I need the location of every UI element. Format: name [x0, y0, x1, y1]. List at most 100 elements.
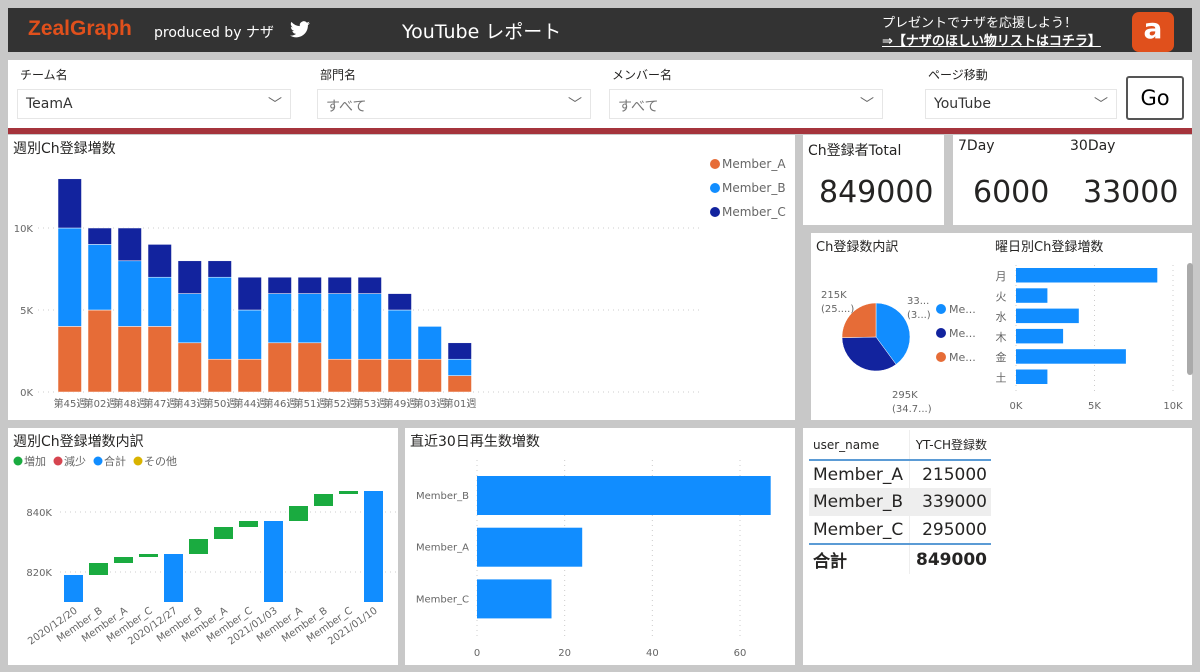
- legend-label: Me...: [949, 327, 976, 340]
- dept-label: 部門名: [320, 68, 357, 82]
- y-tick-label: 5K: [20, 306, 33, 317]
- amazon-icon[interactable]: a: [1132, 12, 1174, 52]
- y-tick-label: 0K: [20, 388, 33, 399]
- x-tick-label: 第53週: [354, 397, 387, 410]
- y-tick-label: 木: [996, 331, 1007, 344]
- chevron-down-icon: ﹀: [568, 97, 582, 113]
- weekday-bar: [1016, 369, 1048, 384]
- x-tick-label: 第52週: [324, 397, 357, 410]
- legend-marker: [13, 456, 23, 466]
- member-select[interactable]: すべて ﹀: [609, 89, 883, 119]
- bar-segment-Member_A: [357, 358, 382, 393]
- accent-divider: [8, 128, 1192, 134]
- legend-marker: [133, 456, 143, 466]
- x-tick-label: 0K: [1010, 401, 1023, 412]
- twitter-icon[interactable]: [290, 21, 310, 38]
- legend-label: 合計: [104, 454, 126, 468]
- go-button[interactable]: Go: [1126, 76, 1184, 120]
- x-tick-label: 第01週: [444, 397, 477, 410]
- bar-segment-Member_B: [267, 293, 292, 344]
- table-row[interactable]: Member_A 215000: [809, 460, 991, 488]
- bar-segment-Member_A: [177, 342, 202, 393]
- bar-segment-Member_A: [117, 326, 142, 393]
- views-bar: [477, 579, 552, 619]
- legend-label: Member_A: [722, 157, 786, 171]
- x-tick-label: 第02週: [84, 397, 117, 410]
- waterfall-bar: [214, 527, 233, 539]
- bar-segment-Member_A: [387, 358, 412, 393]
- user-name: Member_C: [809, 516, 910, 544]
- pie-percent-label: (25....): [821, 304, 854, 315]
- weekly-stacked-chart: 週別Ch登録増数 0K 5K 10K 第45週 第02週 第48週 第47週 第43週 第50週…: [8, 135, 795, 420]
- column-header[interactable]: user_name: [809, 430, 910, 460]
- waterfall-bar: [189, 539, 208, 554]
- x-tick-label: 第49週: [384, 397, 417, 410]
- total-card: Ch登録者Total 849000: [803, 135, 944, 225]
- pie-data-label: 215K: [821, 290, 847, 301]
- day7-value: 6000: [973, 175, 1050, 210]
- weekday-bar: [1016, 288, 1048, 303]
- y-tick-label: Member_A: [416, 543, 469, 554]
- dept-select[interactable]: すべて ﹀: [317, 89, 591, 119]
- bar-segment-Member_C: [117, 227, 142, 262]
- y-tick-label: Member_C: [416, 594, 469, 605]
- chevron-down-icon: ﹀: [1094, 97, 1108, 113]
- bar-segment-Member_B: [147, 276, 172, 327]
- total-value: 849000: [916, 549, 987, 570]
- wishlist-link[interactable]: ⇒【ナザのほしい物リストはコチラ】: [882, 30, 1101, 49]
- team-select[interactable]: TeamA ﹀: [17, 89, 291, 119]
- table-row[interactable]: Member_B 339000: [809, 488, 991, 516]
- x-tick-label: 第50週: [204, 397, 237, 410]
- logo[interactable]: ZealGraph: [28, 17, 132, 41]
- bar-segment-Member_C: [297, 276, 322, 294]
- bar-segment-Member_C: [177, 260, 202, 294]
- page-select[interactable]: YouTube ﹀: [925, 89, 1117, 119]
- subscriber-count: 215000: [922, 464, 987, 485]
- legend-label: Member_C: [722, 205, 786, 219]
- total-label: 合計: [809, 544, 910, 574]
- legend-marker: [710, 207, 720, 217]
- waterfall-bar: [289, 506, 308, 521]
- y-tick-label: 月: [996, 270, 1007, 283]
- x-tick-label: 5K: [1088, 401, 1101, 412]
- weekday-bar: [1016, 328, 1064, 344]
- subscriber-table: user_name YT-CH登録数 Member_A 215000 Member_…: [809, 430, 991, 574]
- x-tick-label: 10K: [1163, 401, 1183, 412]
- y-tick-label: 金: [996, 350, 1007, 364]
- bar-segment-Member_A: [297, 342, 322, 393]
- bar-segment-Member_C: [387, 293, 412, 311]
- bar-segment-Member_B: [417, 326, 442, 360]
- waterfall-chart: 週別Ch登録増数内訳 増加 減少 合計 その他 820K 840K 2020/12/20 Me…: [8, 428, 398, 665]
- bar-segment-Member_B: [387, 309, 412, 360]
- bar-segment-Member_A: [447, 375, 472, 393]
- waterfall-bar: [139, 554, 158, 557]
- breakdown-panel: Ch登録数内訳 曜日別Ch登録増数 33... (3...) 295K (34.7..…: [811, 233, 1193, 420]
- x-tick-label: 第44週: [234, 397, 267, 410]
- column-header[interactable]: YT-CH登録数: [909, 430, 991, 460]
- x-tick-label: 20: [558, 648, 571, 659]
- bar-segment-Member_B: [357, 293, 382, 360]
- bar-segment-Member_C: [357, 276, 382, 294]
- waterfall-bar: [364, 491, 383, 602]
- legend-label: Me...: [949, 351, 976, 364]
- bar-segment-Member_C: [87, 227, 112, 245]
- waterfall-bar: [314, 494, 333, 506]
- legend-label: その他: [144, 455, 177, 468]
- scrollbar[interactable]: [1187, 263, 1193, 375]
- bar-segment-Member_A: [207, 358, 232, 393]
- table-row[interactable]: Member_C 295000: [809, 516, 991, 544]
- views-bar: [477, 527, 583, 567]
- y-tick-label: 820K: [26, 568, 52, 579]
- waterfall-bar: [64, 575, 83, 602]
- bar-segment-Member_A: [327, 358, 352, 393]
- weekday-bar: [1016, 308, 1079, 324]
- bar-segment-Member_A: [57, 326, 82, 393]
- legend-marker: [936, 328, 946, 338]
- dept-value: すべて: [326, 99, 367, 115]
- pie-percent-label: (34.7...): [892, 404, 932, 415]
- legend-label: 減少: [64, 454, 86, 468]
- day30-value: 33000: [1083, 175, 1179, 210]
- team-value: TeamA: [26, 96, 73, 112]
- y-tick-label: 水: [996, 311, 1007, 324]
- y-tick-label: 火: [996, 290, 1007, 303]
